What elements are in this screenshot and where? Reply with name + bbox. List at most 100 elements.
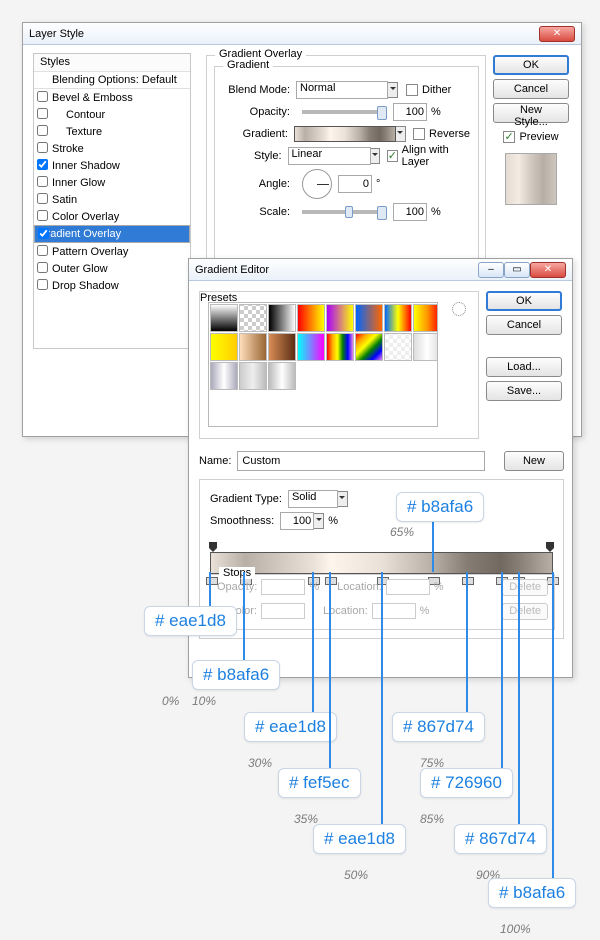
preset-swatch[interactable] <box>355 304 383 332</box>
angle-control[interactable] <box>302 169 332 199</box>
styles-item-checkbox[interactable] <box>37 125 48 136</box>
gradient-editor-titlebar[interactable]: Gradient Editor – ▭ ✕ <box>189 259 572 281</box>
styles-item[interactable]: Pattern Overlay <box>34 243 190 260</box>
save-button[interactable]: Save... <box>486 381 562 401</box>
gradient-swatch[interactable] <box>294 126 396 142</box>
preset-swatch[interactable] <box>355 333 383 361</box>
preset-swatch[interactable] <box>326 333 354 361</box>
gear-icon[interactable] <box>452 302 466 316</box>
percent-tag: 30% <box>248 756 272 770</box>
styles-item-checkbox[interactable] <box>37 279 48 290</box>
scale-input[interactable] <box>393 203 427 221</box>
new-style-button[interactable]: New Style... <box>493 103 569 123</box>
percent-tag: 50% <box>344 868 368 882</box>
preset-swatch[interactable] <box>326 304 354 332</box>
styles-item-checkbox[interactable] <box>37 245 48 256</box>
angle-input[interactable] <box>338 175 372 193</box>
preset-swatch[interactable] <box>210 333 238 361</box>
styles-item[interactable]: Inner Shadow <box>34 157 190 174</box>
cancel-button[interactable]: Cancel <box>493 79 569 99</box>
gradient-bar[interactable] <box>210 552 553 574</box>
align-checkbox[interactable] <box>387 150 398 162</box>
styles-item-checkbox[interactable] <box>37 142 48 153</box>
styles-item-checkbox[interactable] <box>38 228 49 239</box>
styles-item-checkbox[interactable] <box>37 210 48 221</box>
stops-color-location-input[interactable] <box>372 603 416 619</box>
chevron-down-icon[interactable] <box>338 491 348 507</box>
stops-location-input[interactable] <box>386 579 430 595</box>
chevron-down-icon[interactable] <box>314 513 324 529</box>
close-icon[interactable]: ✕ <box>539 26 575 42</box>
layer-style-titlebar[interactable]: Layer Style ✕ <box>23 23 581 45</box>
opacity-slider[interactable] <box>302 110 387 114</box>
stops-color-swatch[interactable] <box>261 603 305 619</box>
styles-item[interactable]: Color Overlay <box>34 208 190 225</box>
styles-item-checkbox[interactable] <box>37 176 48 187</box>
styles-item-checkbox[interactable] <box>37 159 48 170</box>
close-icon[interactable]: ✕ <box>530 262 566 278</box>
preset-swatch[interactable] <box>297 304 325 332</box>
preset-swatch[interactable] <box>384 304 412 332</box>
preset-swatch[interactable] <box>210 362 238 390</box>
name-input[interactable] <box>237 451 485 471</box>
opacity-stop[interactable] <box>209 542 217 552</box>
preset-swatch[interactable] <box>268 304 296 332</box>
reverse-checkbox[interactable] <box>413 128 425 140</box>
stops-opacity-input[interactable] <box>261 579 305 595</box>
stops-location-label: Location: <box>337 581 382 593</box>
chevron-down-icon[interactable] <box>396 126 406 142</box>
styles-item[interactable]: Inner Glow <box>34 174 190 191</box>
styles-item[interactable]: Outer Glow <box>34 260 190 277</box>
styles-item-label: Stroke <box>52 143 84 155</box>
layer-style-title: Layer Style <box>29 28 539 40</box>
styles-list: Bevel & EmbossContourTexture Stroke Inner … <box>34 89 190 294</box>
color-callout: # fef5ec <box>278 768 361 798</box>
chevron-down-icon[interactable] <box>371 148 380 164</box>
gradient-type-select[interactable]: Solid <box>288 490 338 508</box>
dither-checkbox[interactable] <box>406 84 418 96</box>
delete-button[interactable]: Delete <box>502 579 548 596</box>
preset-swatch[interactable] <box>239 362 267 390</box>
preview-checkbox[interactable] <box>503 131 515 143</box>
ok-button[interactable]: OK <box>493 55 569 75</box>
new-button[interactable]: New <box>504 451 564 471</box>
styles-item[interactable]: Contour <box>34 106 190 123</box>
blend-mode-select[interactable]: Normal <box>296 81 388 99</box>
preset-swatch[interactable] <box>239 333 267 361</box>
load-button[interactable]: Load... <box>486 357 562 377</box>
preset-swatch[interactable] <box>384 333 412 361</box>
preset-swatch[interactable] <box>268 333 296 361</box>
preset-swatch[interactable] <box>413 333 438 361</box>
minimize-icon[interactable]: – <box>478 262 504 278</box>
preset-swatch[interactable] <box>413 304 438 332</box>
styles-item[interactable]: Drop Shadow <box>34 277 190 294</box>
color-callout: # b8afa6 <box>488 878 576 908</box>
styles-item[interactable]: Stroke <box>34 140 190 157</box>
styles-item-checkbox[interactable] <box>37 108 48 119</box>
percent-tag: 10% <box>192 694 216 708</box>
styles-item-checkbox[interactable] <box>37 262 48 273</box>
opacity-stop[interactable] <box>546 542 554 552</box>
presets-list[interactable] <box>208 302 438 427</box>
styles-item-checkbox[interactable] <box>37 91 48 102</box>
scale-slider[interactable] <box>302 210 387 214</box>
smoothness-input[interactable] <box>280 512 314 530</box>
ok-button[interactable]: OK <box>486 291 562 311</box>
blending-options-row[interactable]: Blending Options: Default <box>34 72 190 89</box>
preset-swatch[interactable] <box>268 362 296 390</box>
delete-button[interactable]: Delete <box>502 603 548 620</box>
styles-item[interactable]: Bevel & Emboss <box>34 89 190 106</box>
chevron-down-icon[interactable] <box>388 82 398 98</box>
maximize-icon[interactable]: ▭ <box>504 262 530 278</box>
styles-item-checkbox[interactable] <box>37 193 48 204</box>
opacity-input[interactable] <box>393 103 427 121</box>
preset-swatch[interactable] <box>297 333 325 361</box>
styles-item[interactable]: Gradient Overlay <box>34 225 190 243</box>
style-select[interactable]: Linear <box>288 147 371 165</box>
gradient-label: Gradient: <box>219 128 294 140</box>
preset-swatch[interactable] <box>239 304 267 332</box>
cancel-button[interactable]: Cancel <box>486 315 562 335</box>
styles-item[interactable]: Satin <box>34 191 190 208</box>
styles-item[interactable]: Texture <box>34 123 190 140</box>
preset-swatch[interactable] <box>210 304 238 332</box>
